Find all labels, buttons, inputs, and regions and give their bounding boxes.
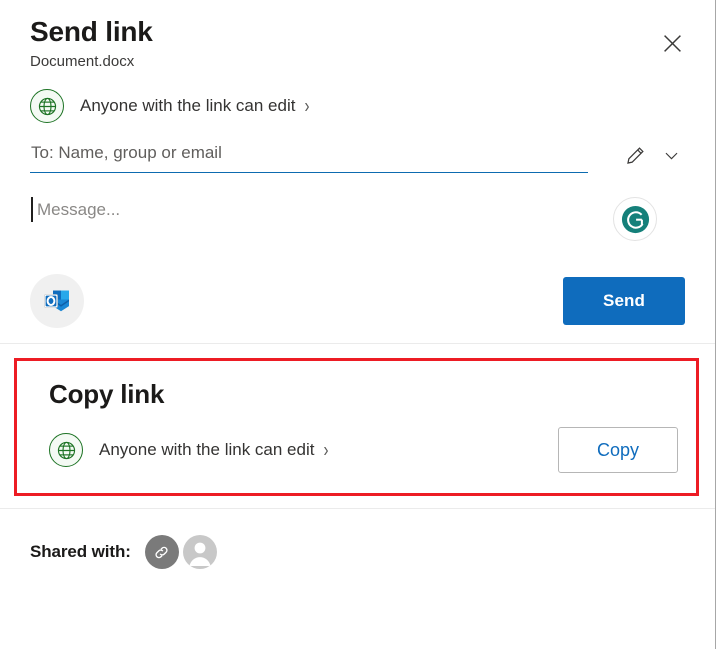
expand-recipients-button[interactable] (657, 141, 685, 169)
file-name: Document.docx (30, 53, 135, 70)
copy-permission-row[interactable]: Anyone with the link can edit › (49, 433, 328, 467)
person-icon (189, 542, 211, 566)
link-icon (155, 546, 168, 558)
close-button[interactable] (655, 26, 689, 60)
grammarly-icon (621, 205, 649, 233)
page-title: Send link (30, 16, 153, 47)
copy-link-row: Anyone with the link can edit › Copy (33, 427, 680, 473)
copy-link-section: Copy link Anyone with the link can edit … (14, 358, 699, 496)
grammarly-button[interactable] (613, 197, 657, 241)
section-divider-top (0, 343, 715, 344)
to-input[interactable] (30, 139, 588, 173)
copy-button[interactable]: Copy (558, 427, 678, 473)
close-icon (663, 34, 681, 52)
copy-link-title: Copy link (49, 379, 165, 409)
to-field-row (30, 139, 685, 175)
globe-icon (30, 89, 64, 123)
send-link-dialog: Send link Document.docx Anyone with the … (0, 0, 716, 649)
to-field-actions (621, 141, 685, 169)
shared-with-section: Shared with: (0, 535, 715, 569)
dialog-header: Send link Document.docx (30, 0, 685, 73)
pencil-icon (626, 146, 644, 164)
message-placeholder: Message... (37, 200, 121, 219)
person-avatar[interactable] (182, 535, 217, 569)
send-actions-row: Send (30, 273, 685, 329)
text-cursor (31, 197, 33, 222)
shared-with-label: Shared with: (30, 542, 131, 561)
outlook-button[interactable] (30, 274, 84, 328)
copy-permission-label: Anyone with the link can edit (99, 440, 315, 459)
section-divider-bottom (0, 508, 715, 509)
edit-recipients-button[interactable] (621, 141, 649, 169)
chevron-right-icon: › (304, 94, 310, 118)
chevron-down-icon (665, 152, 677, 159)
send-link-section: Send link Document.docx Anyone with the … (0, 0, 715, 329)
outlook-icon (44, 290, 69, 312)
send-button[interactable]: Send (563, 277, 685, 325)
link-avatar[interactable] (144, 535, 179, 569)
shared-with-avatars (144, 535, 217, 569)
message-field-row[interactable]: Message... (30, 197, 685, 241)
chevron-right-icon: › (323, 438, 329, 462)
send-permission-row[interactable]: Anyone with the link can edit › (30, 87, 685, 125)
send-permission-label: Anyone with the link can edit (80, 96, 296, 115)
globe-icon (49, 433, 83, 467)
